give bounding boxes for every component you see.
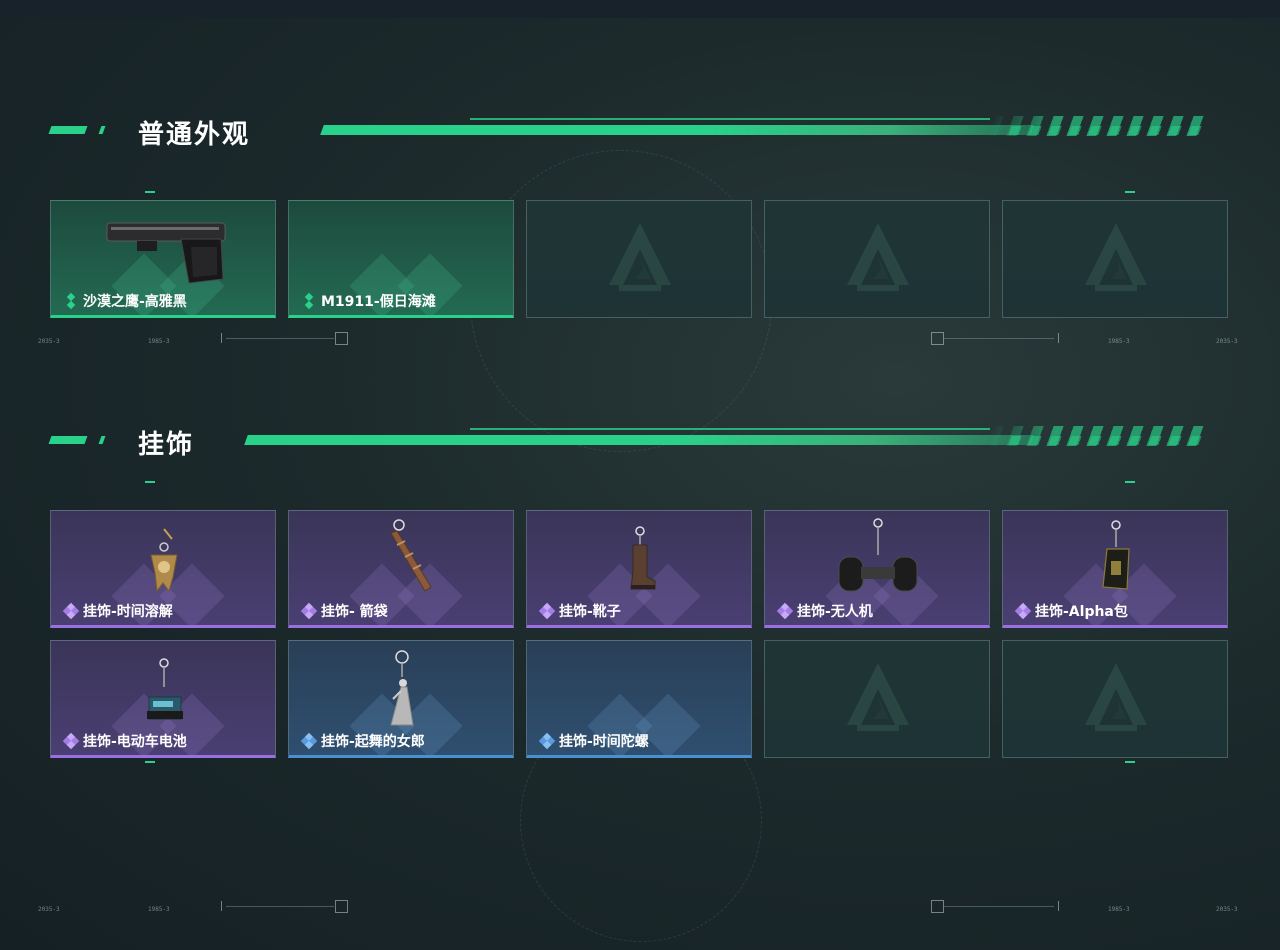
- header-checker-pattern-2: [998, 436, 1202, 445]
- header-accent-bar: [48, 436, 88, 444]
- skin-card[interactable]: [1002, 200, 1228, 318]
- top-bar: [0, 0, 1280, 18]
- rarity-gem-icon: [301, 292, 317, 310]
- rarity-gem-icon: [63, 292, 79, 310]
- card-label: 挂饰-Alpha包: [1035, 604, 1128, 620]
- card-label-row: 挂饰-时间陀螺: [538, 731, 649, 751]
- card-label: M1911-假日海滩: [321, 294, 436, 310]
- card-label: 沙漠之鹰-高雅黑: [83, 294, 187, 310]
- card-label: 挂饰-无人机: [797, 604, 873, 620]
- charm-card[interactable]: 挂饰-时间陀螺: [526, 640, 752, 758]
- section-header-charms: 挂饰: [48, 426, 1204, 460]
- charm-card[interactable]: [1002, 640, 1228, 758]
- rarity-gem-icon: [300, 602, 318, 620]
- header-checker-pattern-2: [998, 126, 1202, 135]
- header-accent-bar: [48, 126, 88, 134]
- charm-card[interactable]: 挂饰-电动车电池: [50, 640, 276, 758]
- rarity-gem-icon: [62, 732, 80, 750]
- rarity-gem-icon: [776, 602, 794, 620]
- card-label-row: 挂饰-靴子: [538, 601, 621, 621]
- rarity-gem-icon: [300, 732, 318, 750]
- skin-card[interactable]: [764, 200, 990, 318]
- section-header-skins: 普通外观: [48, 116, 1204, 150]
- charm-card[interactable]: 挂饰-靴子: [526, 510, 752, 628]
- rarity-gem-icon: [1014, 602, 1032, 620]
- logo-icon: [765, 201, 989, 317]
- header-line: [244, 435, 1034, 445]
- header-thin-line: [470, 118, 990, 120]
- logo-icon: [1003, 201, 1227, 317]
- charm-card[interactable]: [764, 640, 990, 758]
- rarity-gem-icon: [538, 732, 556, 750]
- charm-card[interactable]: 挂饰-无人机: [764, 510, 990, 628]
- card-label: 挂饰- 箭袋: [321, 604, 388, 620]
- section-title: 普通外观: [138, 120, 251, 150]
- header-accent-tick: [98, 126, 106, 134]
- card-label-row: 挂饰-起舞的女郎: [300, 731, 425, 751]
- header-accent-tick: [98, 436, 106, 444]
- header-line: [320, 125, 1034, 135]
- card-label-row: 挂饰-电动车电池: [62, 731, 187, 751]
- header-thin-line: [470, 428, 990, 430]
- logo-icon: [765, 641, 989, 757]
- section-title: 挂饰: [138, 430, 195, 460]
- rarity-gem-icon: [62, 602, 80, 620]
- card-label-row: 沙漠之鹰-高雅黑: [63, 291, 187, 311]
- card-label: 挂饰-靴子: [559, 604, 621, 620]
- skin-card[interactable]: M1911-假日海滩: [288, 200, 514, 318]
- skin-card[interactable]: [526, 200, 752, 318]
- card-label-row: 挂饰-无人机: [776, 601, 873, 621]
- logo-icon: [1003, 641, 1227, 757]
- skin-card[interactable]: 沙漠之鹰-高雅黑: [50, 200, 276, 318]
- card-label-row: 挂饰-Alpha包: [1014, 601, 1128, 621]
- card-label: 挂饰-时间溶解: [83, 604, 173, 620]
- charm-card[interactable]: 挂饰-起舞的女郎: [288, 640, 514, 758]
- card-label-row: M1911-假日海滩: [301, 291, 436, 311]
- charm-card[interactable]: 挂饰- 箭袋: [288, 510, 514, 628]
- rarity-gem-icon: [538, 602, 556, 620]
- card-label-row: 挂饰-时间溶解: [62, 601, 173, 621]
- charm-card[interactable]: 挂饰-时间溶解: [50, 510, 276, 628]
- card-label: 挂饰-电动车电池: [83, 734, 187, 750]
- logo-icon: [527, 201, 751, 317]
- charm-card[interactable]: 挂饰-Alpha包: [1002, 510, 1228, 628]
- card-label: 挂饰-起舞的女郎: [321, 734, 425, 750]
- card-label: 挂饰-时间陀螺: [559, 734, 649, 750]
- card-label-row: 挂饰- 箭袋: [300, 601, 388, 621]
